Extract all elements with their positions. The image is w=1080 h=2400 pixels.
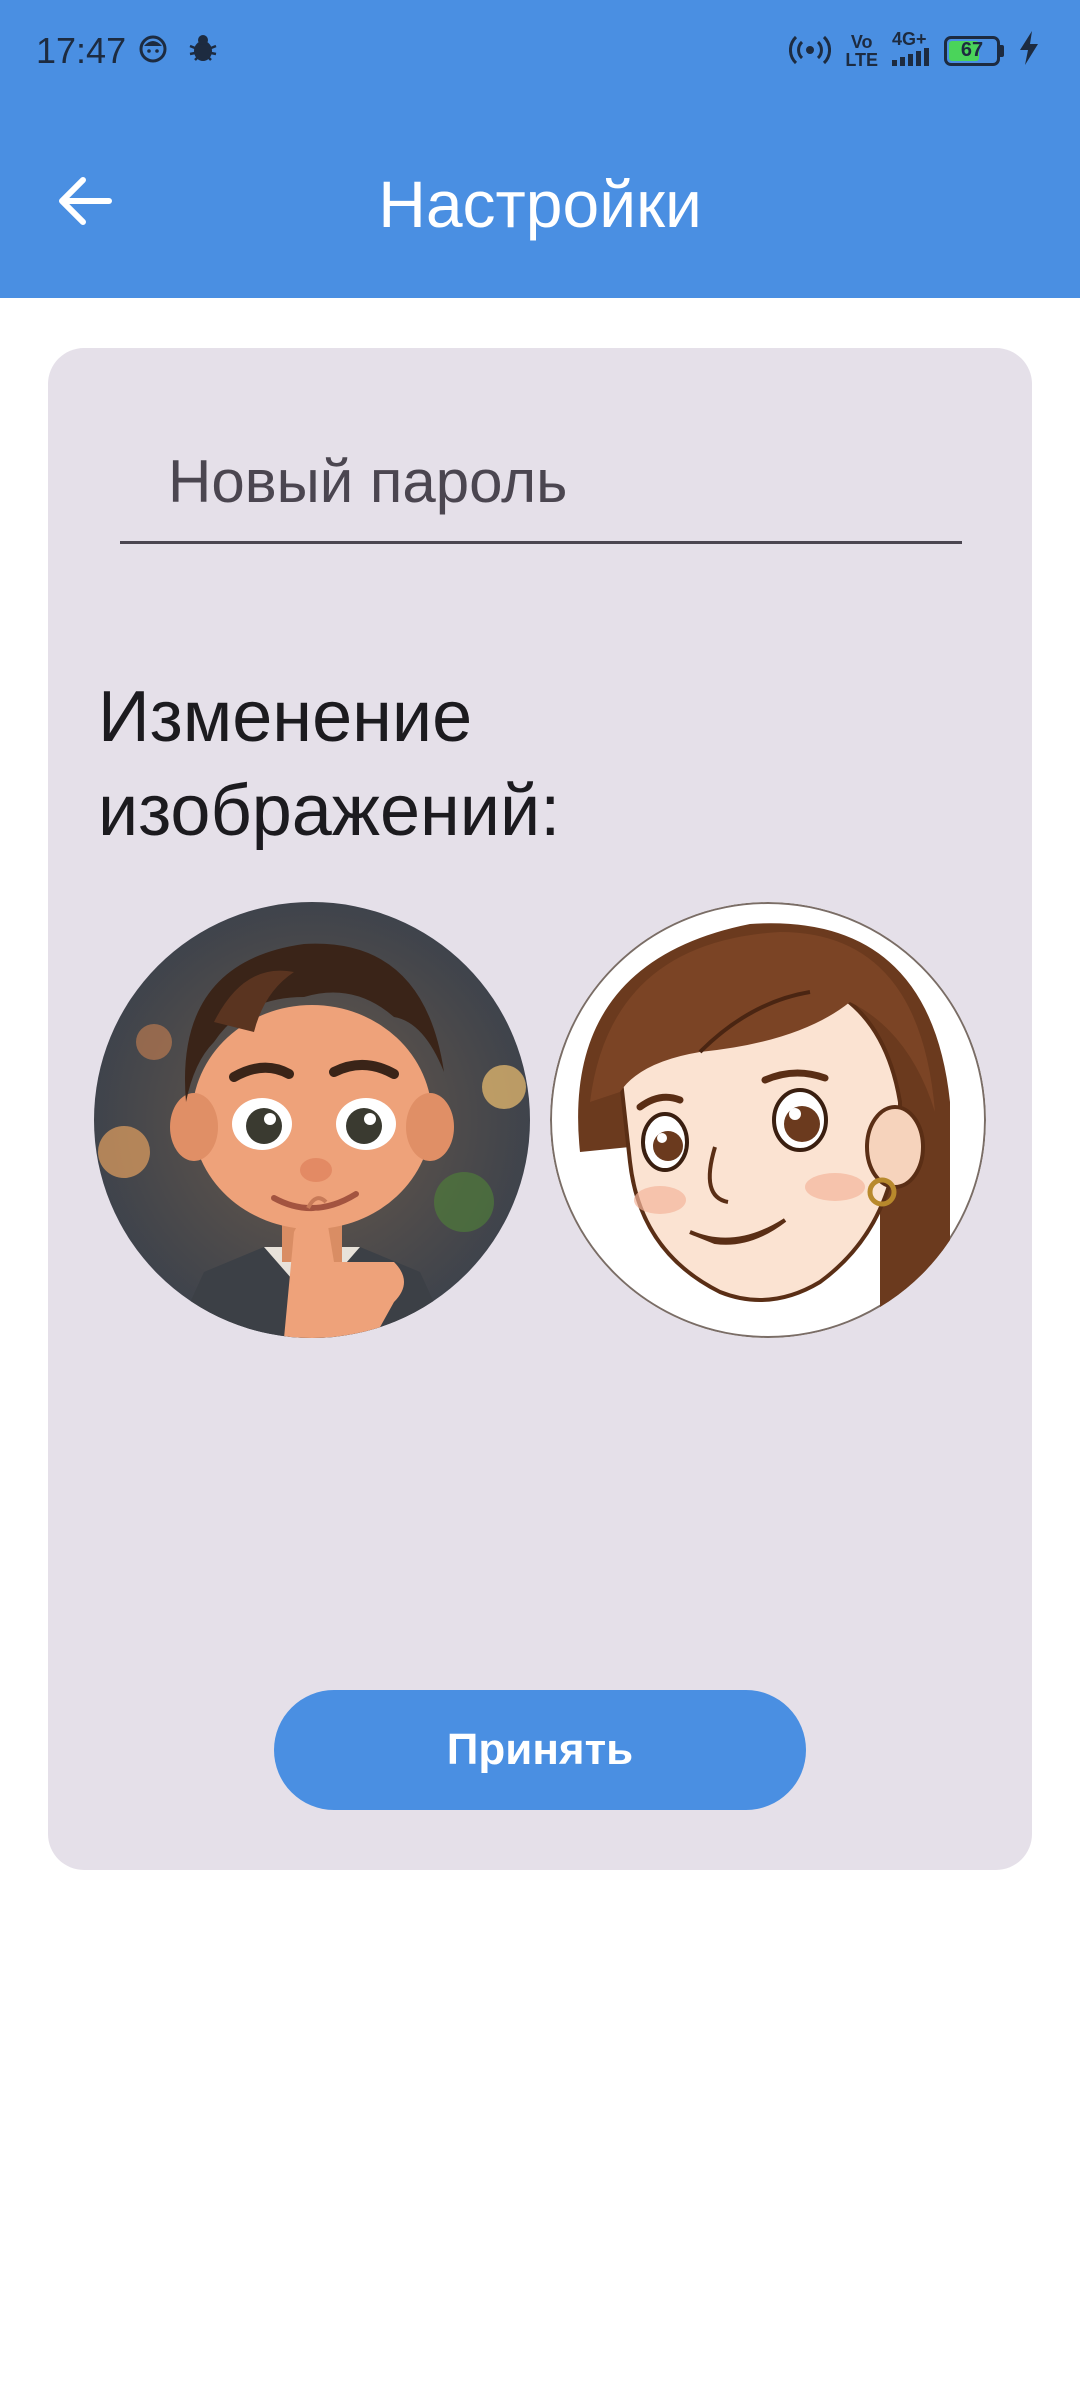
- boy-avatar[interactable]: [94, 902, 530, 1338]
- network-type: 4G+: [892, 29, 927, 49]
- volte-indicator: Vo LTE: [845, 31, 878, 70]
- battery-percent: 67: [960, 39, 984, 61]
- accept-button[interactable]: Принять: [274, 1690, 806, 1810]
- new-password-input[interactable]: [120, 422, 962, 541]
- status-left-icons: [138, 34, 220, 69]
- new-password-field: [120, 422, 962, 544]
- hotspot-icon: [789, 31, 832, 70]
- images-heading: Изменение изображений:: [98, 677, 561, 851]
- girl-avatar[interactable]: [550, 902, 986, 1338]
- signal-icon: [892, 48, 930, 71]
- settings-card: Изменение изображений: Принять: [48, 348, 1032, 1870]
- status-time: 17:47: [36, 30, 127, 71]
- face-icon: [138, 34, 168, 69]
- signal-indicator: 4G+: [892, 30, 930, 71]
- boy-avatar-image: [94, 902, 530, 1338]
- bug-icon: [186, 34, 220, 69]
- girl-avatar-image: [550, 902, 986, 1338]
- battery-icon: 67: [944, 35, 1004, 66]
- charging-icon: [1018, 31, 1040, 70]
- status-right-icons: Vo LTE 4G+ 67: [789, 30, 1040, 71]
- page-title: Настройки: [378, 167, 702, 241]
- app-bar: 17:47 Vo LTE 4G+ 67 Настройки: [0, 0, 1080, 298]
